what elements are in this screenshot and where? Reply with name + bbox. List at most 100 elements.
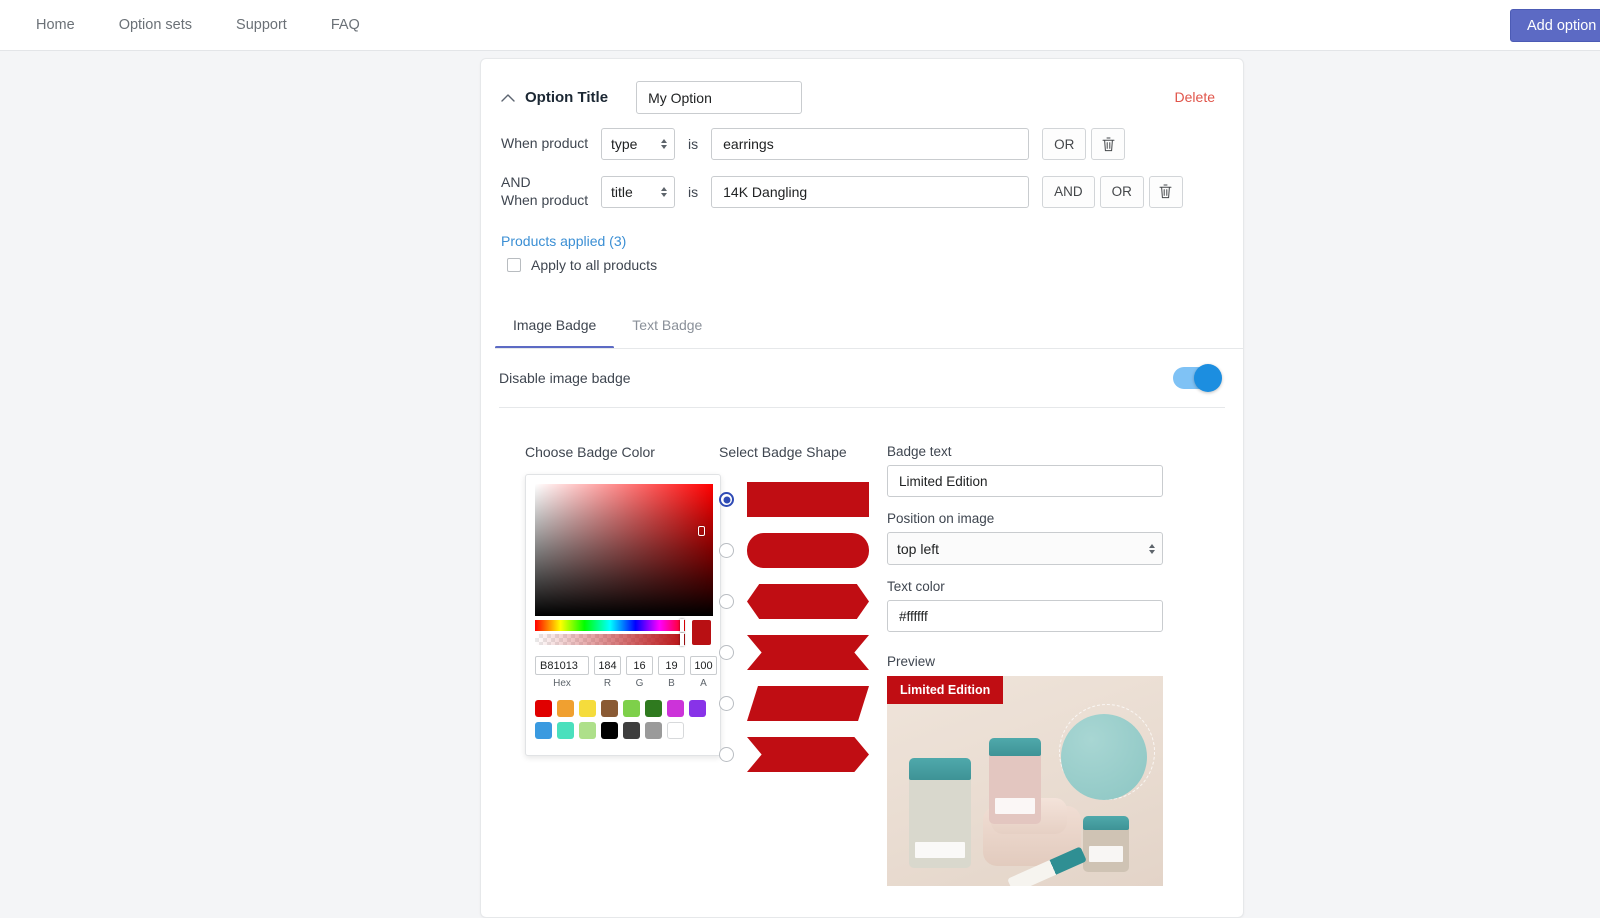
badge-shape-radio-parallelogram[interactable] bbox=[719, 696, 734, 711]
preset-swatch-b-4[interactable] bbox=[623, 722, 640, 739]
g-field: G bbox=[626, 656, 653, 689]
badge-shape-item-parallelogram[interactable] bbox=[719, 678, 887, 729]
preset-swatch-b-2[interactable] bbox=[579, 722, 596, 739]
preset-swatch-b-1[interactable] bbox=[557, 722, 574, 739]
preset-swatches bbox=[535, 700, 711, 739]
b-field: B bbox=[658, 656, 685, 689]
hue-slider-thumb[interactable] bbox=[680, 619, 684, 632]
top-navigation-bar: Home Option sets Support FAQ Add option bbox=[0, 0, 1600, 51]
color-sliders-row bbox=[535, 619, 711, 646]
condition-1-field-select[interactable]: type bbox=[601, 128, 675, 160]
position-on-image-label: Position on image bbox=[887, 511, 995, 526]
badge-shape-preview-hexagon[interactable] bbox=[747, 584, 869, 619]
condition-2-field-select[interactable]: title bbox=[601, 175, 675, 208]
g-label: G bbox=[635, 678, 644, 689]
preset-swatch-b-0[interactable] bbox=[535, 722, 552, 739]
shape-column: Select Badge Shape bbox=[719, 444, 887, 886]
condition-2-delete-button[interactable] bbox=[1148, 175, 1183, 208]
preset-swatch-a-3[interactable] bbox=[601, 700, 618, 717]
preset-swatch-a-1[interactable] bbox=[557, 700, 574, 717]
badge-shape-radio-hexagon[interactable] bbox=[719, 594, 734, 609]
alpha-slider-thumb[interactable] bbox=[680, 633, 684, 646]
tab-text-badge[interactable]: Text Badge bbox=[614, 311, 720, 349]
condition-2-label: AND When product bbox=[501, 174, 601, 209]
preset-swatch-a-2[interactable] bbox=[579, 700, 596, 717]
preview-photo-jar-small bbox=[1083, 816, 1129, 872]
disable-image-badge-label: Disable image badge bbox=[499, 370, 631, 386]
badge-shape-preview-rectangle[interactable] bbox=[747, 482, 869, 517]
r-input[interactable] bbox=[594, 656, 621, 675]
condition-2-value-input[interactable] bbox=[711, 175, 1030, 208]
preset-swatch-row-1 bbox=[535, 700, 711, 717]
preset-swatch-b-6[interactable] bbox=[667, 722, 684, 739]
color-sliders bbox=[535, 619, 685, 646]
hex-field: Hex bbox=[535, 656, 589, 689]
badge-shape-item-rectangle[interactable] bbox=[719, 474, 887, 525]
condition-2-and-button[interactable]: AND bbox=[1042, 175, 1095, 208]
badge-shape-preview-rounded[interactable] bbox=[747, 533, 869, 568]
condition-2-is-word: is bbox=[688, 183, 699, 200]
condition-2-or-button[interactable]: OR bbox=[1099, 175, 1144, 208]
badge-settings-column: Badge text Position on image top left Te… bbox=[887, 444, 1243, 886]
nav-item-faq[interactable]: FAQ bbox=[309, 11, 382, 39]
nav-item-option-sets[interactable]: Option sets bbox=[97, 11, 214, 39]
badge-shape-item-rounded[interactable] bbox=[719, 525, 887, 576]
position-on-image-select[interactable]: top left bbox=[887, 532, 1163, 565]
badge-tabs: Image Badge Text Badge bbox=[495, 311, 1243, 349]
r-label: R bbox=[603, 678, 612, 689]
preview-photo-disc bbox=[1061, 714, 1147, 800]
condition-1-or-button[interactable]: OR bbox=[1042, 128, 1087, 160]
badge-shape-preview-arrow[interactable] bbox=[747, 737, 869, 772]
text-color-input[interactable] bbox=[887, 600, 1163, 632]
badge-shape-radio-arrow[interactable] bbox=[719, 747, 734, 762]
condition-1-is-word: is bbox=[688, 136, 699, 152]
a-label: A bbox=[700, 678, 707, 689]
preset-swatch-b-3[interactable] bbox=[601, 722, 618, 739]
products-applied-link[interactable]: Products applied (3) bbox=[501, 233, 626, 249]
saturation-value-area[interactable] bbox=[535, 484, 713, 616]
saturation-cursor[interactable] bbox=[698, 526, 705, 536]
badge-shape-item-arrow[interactable] bbox=[719, 729, 887, 780]
option-title-input[interactable] bbox=[636, 81, 803, 114]
preset-swatch-a-6[interactable] bbox=[667, 700, 684, 717]
badge-text-input[interactable] bbox=[887, 465, 1163, 497]
position-on-image-value: top left bbox=[897, 540, 940, 557]
badge-shape-radio-ribbon[interactable] bbox=[719, 645, 734, 660]
option-card: Option Title Delete When product type is… bbox=[480, 58, 1244, 918]
preset-swatch-a-5[interactable] bbox=[645, 700, 662, 717]
preset-swatch-a-0[interactable] bbox=[535, 700, 552, 717]
delete-option-link[interactable]: Delete bbox=[1175, 89, 1215, 105]
preset-swatch-row-2 bbox=[535, 722, 711, 739]
b-input[interactable] bbox=[658, 656, 685, 675]
hex-input[interactable] bbox=[535, 656, 589, 675]
badge-settings-body: Choose Badge Color B81013 Hex 184 R 16 G… bbox=[481, 408, 1243, 886]
alpha-slider[interactable] bbox=[535, 633, 685, 646]
add-option-button[interactable]: Add option bbox=[1510, 9, 1600, 42]
preset-swatch-a-4[interactable] bbox=[623, 700, 640, 717]
nav-item-support[interactable]: Support bbox=[214, 11, 309, 39]
badge-shape-preview-ribbon[interactable] bbox=[747, 635, 869, 670]
badge-shape-item-hexagon[interactable] bbox=[719, 576, 887, 627]
hex-label: Hex bbox=[553, 678, 571, 689]
r-field: R bbox=[594, 656, 621, 689]
g-input[interactable] bbox=[626, 656, 653, 675]
a-input[interactable] bbox=[690, 656, 717, 675]
condition-2-when-label: When product bbox=[501, 191, 589, 208]
badge-shape-radio-rectangle[interactable] bbox=[719, 492, 734, 507]
preset-swatch-a-7[interactable] bbox=[689, 700, 706, 717]
nav-item-home[interactable]: Home bbox=[14, 11, 97, 39]
disable-image-badge-toggle[interactable] bbox=[1173, 364, 1222, 392]
badge-shape-item-ribbon[interactable] bbox=[719, 627, 887, 678]
badge-shape-preview-parallelogram[interactable] bbox=[747, 686, 869, 721]
tab-image-badge[interactable]: Image Badge bbox=[495, 311, 615, 349]
condition-1-value-input[interactable] bbox=[711, 128, 1030, 160]
badge-shape-radio-rounded[interactable] bbox=[719, 543, 734, 558]
condition-1-buttons: OR bbox=[1042, 128, 1126, 160]
apply-to-all-products-checkbox[interactable] bbox=[507, 258, 521, 272]
chevron-up-icon[interactable] bbox=[499, 89, 517, 107]
hue-slider[interactable] bbox=[535, 619, 685, 632]
nav-items: Home Option sets Support FAQ bbox=[0, 11, 382, 39]
condition-1-delete-button[interactable] bbox=[1091, 128, 1126, 160]
current-color-swatch bbox=[692, 620, 711, 645]
preset-swatch-b-5[interactable] bbox=[645, 722, 662, 739]
